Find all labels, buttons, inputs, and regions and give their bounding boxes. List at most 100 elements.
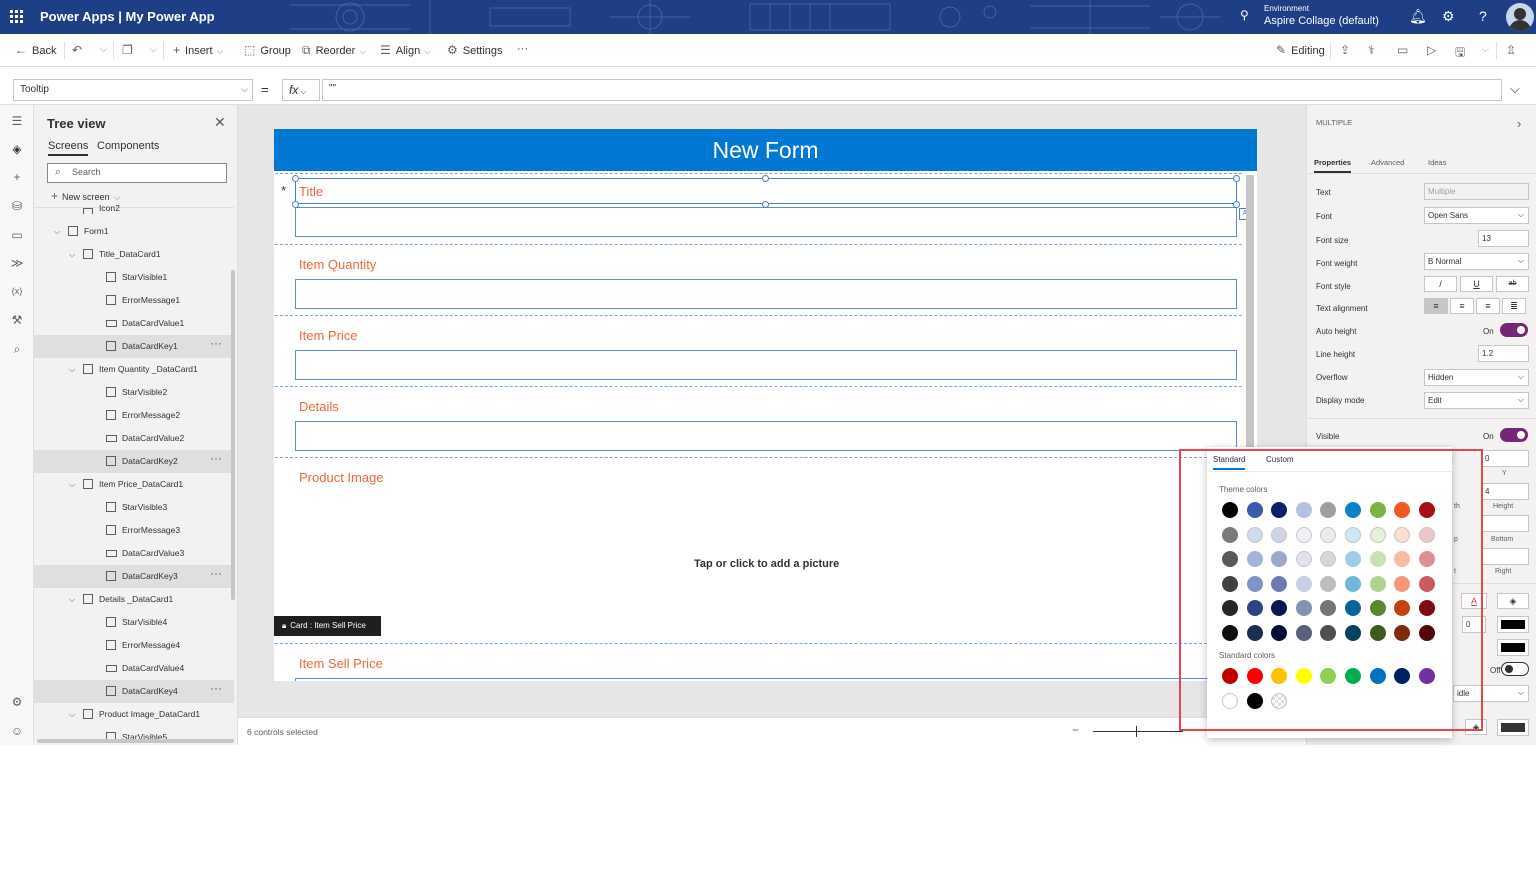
- resize-handle[interactable]: [762, 175, 769, 182]
- partial-toggle[interactable]: [1501, 662, 1529, 676]
- hamburger-icon[interactable]: ☰: [9, 113, 25, 129]
- preview-button[interactable]: ▷: [1427, 43, 1441, 57]
- app-checker-button[interactable]: ⚕: [1368, 43, 1380, 57]
- back-button[interactable]: ← Back: [15, 43, 56, 57]
- insert-icon[interactable]: +: [9, 169, 25, 185]
- tree-item[interactable]: ⌵ Item Quantity _DataCard1: [34, 358, 234, 381]
- publish-button[interactable]: ⇫: [1506, 43, 1521, 57]
- tree-view-icon[interactable]: ◈: [9, 141, 25, 157]
- item-price-input[interactable]: [295, 350, 1237, 380]
- settings-gear-icon[interactable]: ⚙: [9, 694, 25, 710]
- visible-toggle[interactable]: [1500, 428, 1528, 442]
- tree-item[interactable]: Icon2: [34, 202, 234, 214]
- chevron-down-icon[interactable]: ⌵: [69, 703, 75, 726]
- chevron-down-icon[interactable]: ⌵: [69, 588, 75, 611]
- share-button[interactable]: ⇪: [1340, 43, 1355, 57]
- fx-button[interactable]: fx ⌵: [282, 79, 320, 101]
- italic-button[interactable]: /: [1424, 276, 1457, 292]
- tools-icon[interactable]: ⚒: [9, 312, 25, 328]
- align-left-button[interactable]: ≡: [1424, 298, 1448, 314]
- card-item-price[interactable]: Item Price: [275, 315, 1242, 386]
- paste-button[interactable]: ❐: [122, 43, 138, 57]
- details-label[interactable]: Details: [299, 399, 339, 414]
- card-title[interactable]: Title: [275, 173, 1242, 244]
- resize-handle[interactable]: [1233, 201, 1240, 208]
- resize-handle[interactable]: [292, 175, 299, 182]
- group-button[interactable]: ⬚ Group: [244, 43, 291, 57]
- chevron-down-icon[interactable]: ⌵: [69, 243, 75, 266]
- item-sell-price-label[interactable]: Item Sell Price: [299, 656, 383, 671]
- chevron-right-icon[interactable]: ›: [1517, 116, 1521, 131]
- chevron-down-icon[interactable]: ⌵: [69, 473, 75, 496]
- item-price-label[interactable]: Item Price: [299, 328, 358, 343]
- more-button[interactable]: ···: [517, 43, 528, 55]
- tree-item[interactable]: ⌵ Product Image_DataCard1: [34, 703, 234, 726]
- tree-item[interactable]: DataCardKey3 ···: [34, 565, 234, 588]
- padding-top-input[interactable]: [1481, 515, 1529, 532]
- more-options-icon[interactable]: ···: [210, 332, 222, 355]
- y-input[interactable]: 0: [1481, 450, 1529, 467]
- tab-ideas[interactable]: Ideas: [1428, 158, 1446, 167]
- tab-properties[interactable]: Properties: [1314, 158, 1352, 173]
- paste-dropdown[interactable]: ⌵: [146, 43, 157, 55]
- tree-item[interactable]: StarVisible2: [34, 381, 234, 404]
- card-details[interactable]: Details: [275, 386, 1242, 457]
- virtual-agent-icon[interactable]: ☺: [9, 723, 25, 739]
- variables-icon[interactable]: (x): [9, 283, 25, 299]
- help-icon[interactable]: ?: [1479, 8, 1487, 24]
- card-product-image[interactable]: Product Image: [275, 457, 1242, 643]
- product-image-label[interactable]: Product Image: [299, 470, 384, 485]
- card-item-sell-price[interactable]: Item Sell Price: [275, 643, 1242, 681]
- more-options-icon[interactable]: ···: [210, 677, 222, 700]
- tree-item[interactable]: ⌵ Item Price_DataCard1: [34, 473, 234, 496]
- undo-button[interactable]: ↶: [72, 43, 87, 57]
- align-right-button[interactable]: ≡: [1476, 298, 1500, 314]
- tree-item[interactable]: StarVisible1: [34, 266, 234, 289]
- tree-item[interactable]: DataCardKey1 ···: [34, 335, 234, 358]
- power-automate-icon[interactable]: ≫: [9, 255, 25, 271]
- zoom-out-button[interactable]: −: [1072, 723, 1079, 737]
- expand-formula-icon[interactable]: ⌵: [1510, 81, 1520, 97]
- tree-item[interactable]: DataCardValue3: [34, 542, 234, 565]
- formula-input[interactable]: "": [322, 79, 1502, 101]
- more-options-icon[interactable]: ···: [210, 562, 222, 585]
- chevron-down-icon[interactable]: ⌵: [69, 358, 75, 381]
- comments-button[interactable]: ▭: [1397, 43, 1413, 57]
- tree-item[interactable]: StarVisible4: [34, 611, 234, 634]
- tree-item[interactable]: ErrorMessage4: [34, 634, 234, 657]
- title-input[interactable]: [295, 207, 1237, 237]
- tree-scrollbar[interactable]: [231, 270, 235, 600]
- bell-icon[interactable]: 🔔︎: [1409, 8, 1427, 25]
- underline-button[interactable]: U: [1460, 276, 1493, 292]
- item-quantity-label[interactable]: Item Quantity: [299, 257, 376, 272]
- search-icon[interactable]: ⌕: [9, 341, 25, 357]
- font-size-input[interactable]: 13: [1478, 230, 1529, 247]
- tree-item[interactable]: DataCardValue2: [34, 427, 234, 450]
- tree-item[interactable]: ErrorMessage2: [34, 404, 234, 427]
- avatar[interactable]: [1506, 3, 1534, 31]
- font-weight-dropdown[interactable]: B Normal ⌵: [1424, 253, 1529, 270]
- resize-handle[interactable]: [1233, 175, 1240, 182]
- insert-button[interactable]: + Insert ⌵: [173, 43, 223, 57]
- undo-dropdown[interactable]: ⌵: [96, 43, 107, 55]
- strikethrough-button[interactable]: ab: [1496, 276, 1529, 292]
- item-sell-price-input[interactable]: [295, 678, 1237, 681]
- line-height-input[interactable]: 1.2: [1478, 345, 1529, 362]
- tree-item[interactable]: StarVisible3: [34, 496, 234, 519]
- details-input[interactable]: [295, 421, 1237, 451]
- resize-handle[interactable]: [762, 201, 769, 208]
- hover-color-button[interactable]: [1497, 719, 1529, 736]
- tree-horizontal-scrollbar[interactable]: [37, 739, 234, 743]
- gear-icon[interactable]: ⚙: [1442, 8, 1455, 25]
- tree-item[interactable]: ⌵ Title_DataCard1: [34, 243, 234, 266]
- save-dropdown[interactable]: ⌵: [1478, 43, 1489, 55]
- height-input[interactable]: 4: [1481, 483, 1529, 500]
- zoom-slider[interactable]: [1093, 731, 1183, 732]
- auto-height-toggle[interactable]: [1500, 323, 1528, 337]
- app-launcher-icon[interactable]: [10, 10, 24, 24]
- tree-item[interactable]: DataCardValue1: [34, 312, 234, 335]
- tab-advanced[interactable]: Advanced: [1371, 158, 1404, 167]
- item-quantity-input[interactable]: [295, 279, 1237, 309]
- tree-item[interactable]: ErrorMessage3: [34, 519, 234, 542]
- media-icon[interactable]: ▭: [9, 227, 25, 243]
